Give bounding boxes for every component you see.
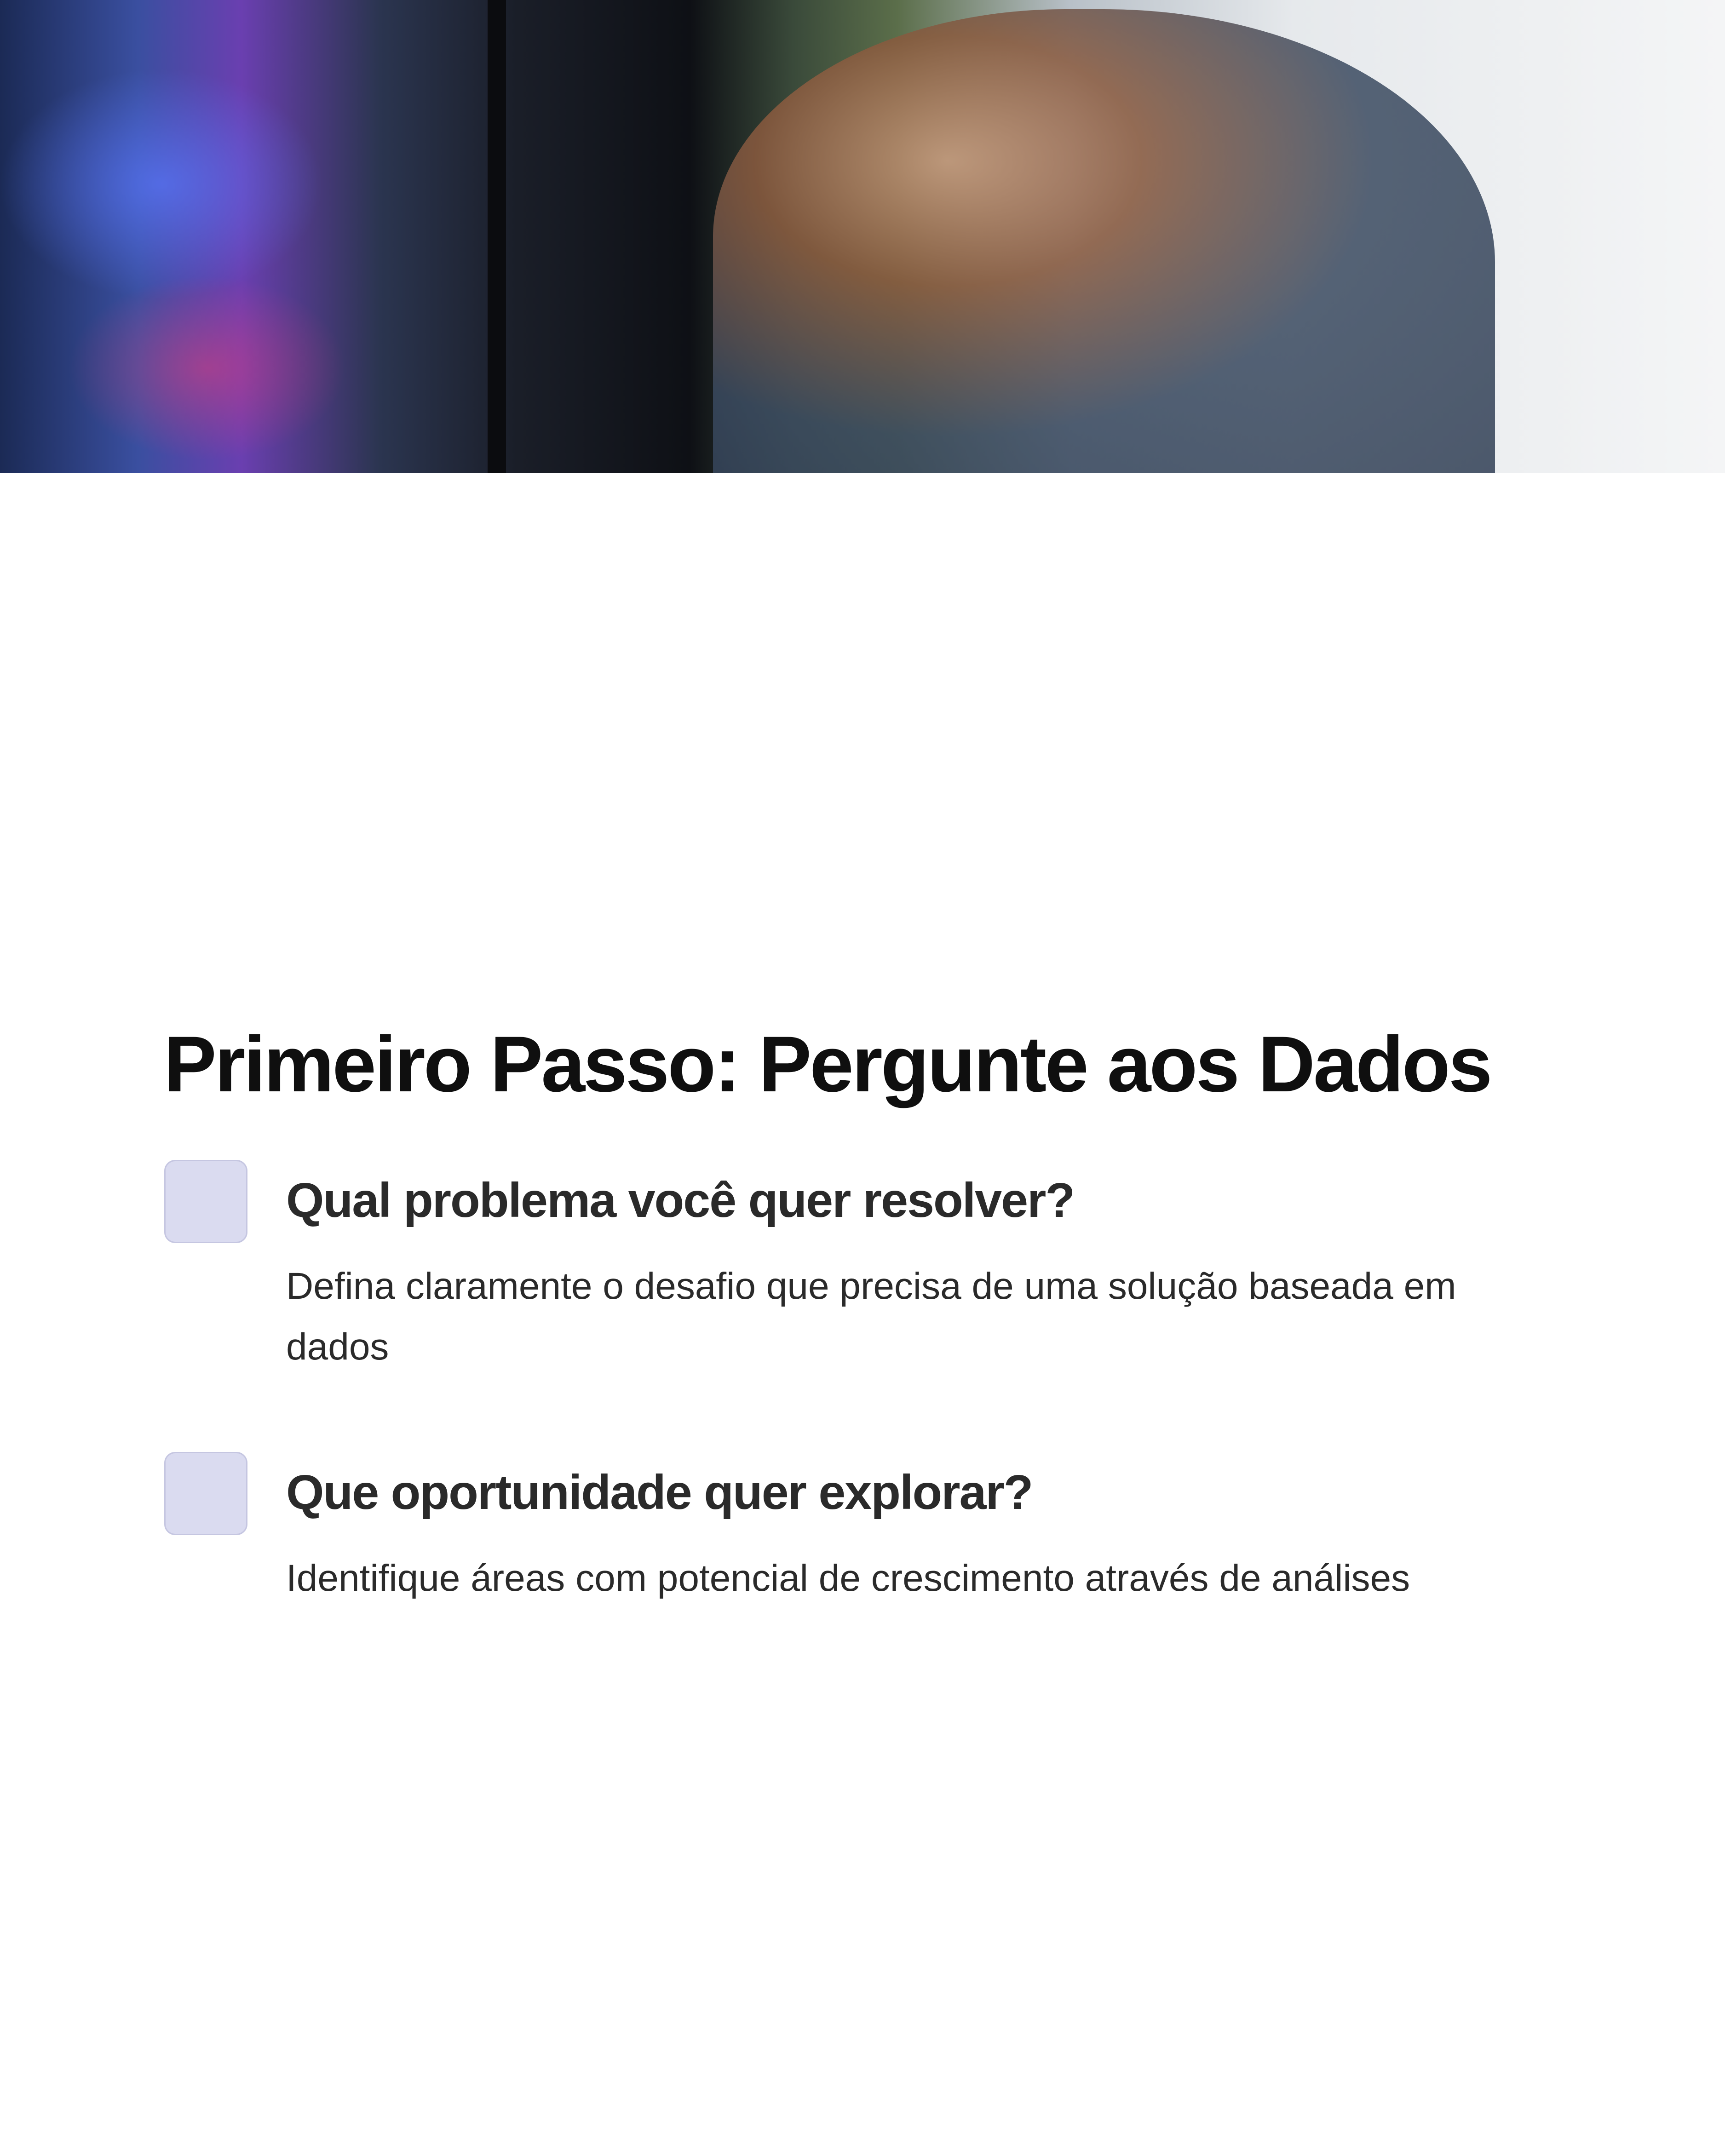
hero-person	[713, 9, 1495, 473]
checkbox[interactable]	[164, 1452, 247, 1535]
page-title: Primeiro Passo: Pergunte aos Dados	[164, 1020, 1492, 1108]
hero-image	[0, 0, 1725, 473]
item-heading: Que oportunidade quer explorar?	[286, 1465, 1033, 1520]
hero-glow	[69, 276, 345, 460]
hero-glow	[0, 69, 322, 299]
item-heading: Qual problema você quer resolver?	[286, 1173, 1075, 1227]
item-text: Identifique áreas com potencial de cresc…	[286, 1557, 1410, 1599]
item-text: Defina claramente o desafio que precisa …	[286, 1265, 1456, 1368]
checkbox[interactable]	[164, 1160, 247, 1243]
hero-monitor-edge	[488, 0, 506, 473]
